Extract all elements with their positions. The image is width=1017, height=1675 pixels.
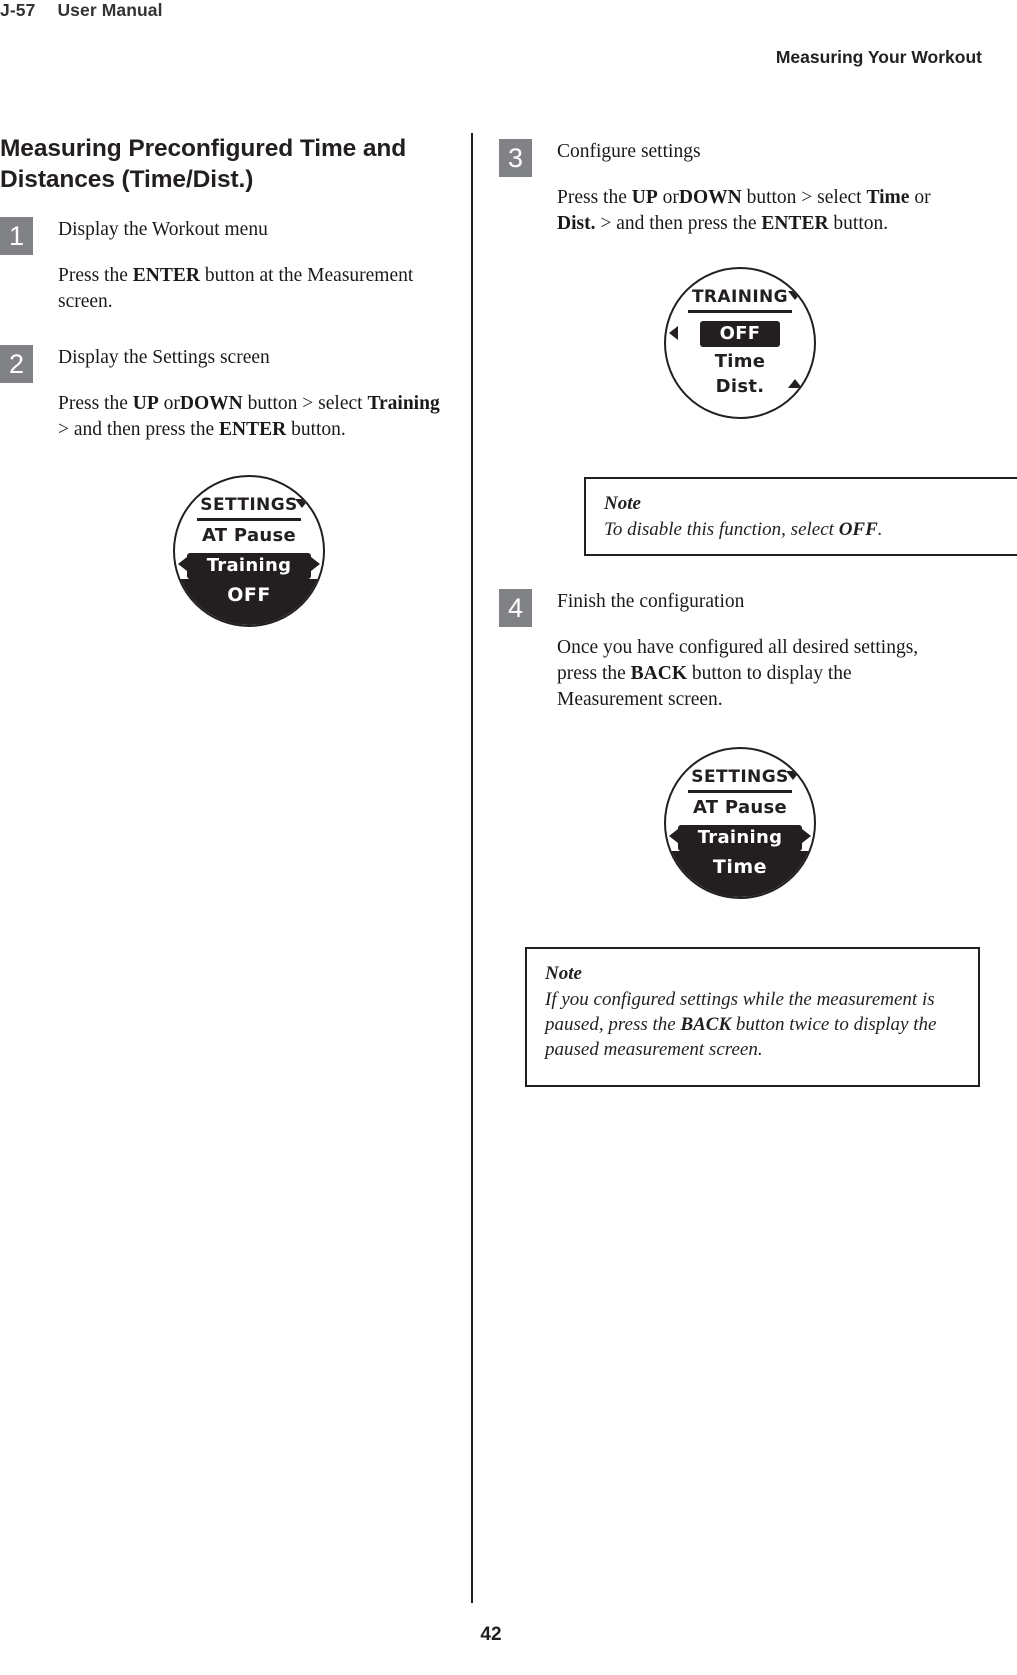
page-title: Measuring Preconfigured Time and Distanc… (0, 135, 407, 193)
chevron-right-icon (311, 557, 320, 571)
note-2-text: If you configured settings while the mea… (545, 989, 937, 1060)
chevron-left-icon (669, 326, 678, 340)
running-head-page-code: J-57 (0, 0, 36, 20)
watch-band-value: Time (666, 851, 814, 897)
watch-row-label: Training (186, 553, 312, 579)
watch-row-label: AT Pause (692, 797, 788, 818)
watch-display-training-menu: TRAINING OFF Time Dist. (664, 267, 816, 419)
watch-header-rule (197, 518, 301, 521)
chevron-right-icon (802, 829, 811, 843)
chapter-title: Measuring Your Workout (775, 47, 982, 67)
note-2-title: Note (545, 963, 582, 984)
figure-settings-time-wrapper: SETTINGS AT Pause Training Time (499, 747, 959, 907)
watch-display-settings-off: SETTINGS AT Pause Training OFF (173, 475, 325, 627)
figure-training-menu-wrapper: TRAINING OFF Time Dist. (499, 267, 959, 419)
step-1: 1 Display the Workout menu Press the ENT… (0, 217, 450, 315)
watch-header-rule (688, 310, 792, 313)
watch-row-label: Time (714, 351, 766, 372)
step-2: 2 Display the Settings screen Press the … (0, 345, 450, 443)
step-1-text: Press the ENTER button at the Measuremen… (58, 265, 414, 312)
left-column: Measuring Preconfigured Time and Distanc… (0, 133, 450, 635)
watch-row-at-pause: AT Pause (666, 797, 814, 818)
column-divider (471, 133, 473, 1603)
note-1-text: To disable this function, select OFF. (604, 519, 883, 540)
chevron-down-icon (786, 771, 800, 780)
step-4: 4 Finish the configuration Once you have… (499, 589, 959, 713)
note-box-1: Note To disable this function, select OF… (584, 477, 1017, 556)
step-3-number: 3 (499, 139, 532, 177)
chevron-left-icon (669, 829, 678, 843)
watch-row-label: Training (677, 825, 803, 851)
watch-row-at-pause: AT Pause (175, 525, 323, 546)
step-3-title: Configure settings (557, 141, 701, 162)
step-2-number: 2 (0, 345, 33, 383)
figure-settings-off-wrapper: SETTINGS AT Pause Training OFF (0, 475, 450, 635)
step-2-text: Press the UP orDOWN button > select Trai… (58, 393, 440, 440)
note-1-title: Note (604, 493, 641, 514)
watch-row-off-selected: OFF (666, 321, 814, 347)
step-3: 3 Configure settings Press the UP orDOWN… (499, 139, 959, 237)
running-head-doc-title: User Manual (57, 0, 163, 20)
watch-row-label: Dist. (715, 376, 765, 397)
step-4-title: Finish the configuration (557, 591, 745, 612)
watch-band-value: OFF (175, 579, 323, 625)
running-head: J-57 User Manual (0, 0, 163, 21)
note-box-2: Note If you configured settings while th… (525, 947, 980, 1087)
watch-row-training-selected: Training (666, 825, 814, 851)
chevron-down-icon (295, 499, 309, 508)
chevron-up-icon (788, 379, 802, 388)
watch-row-time: Time (666, 351, 814, 372)
chevron-left-icon (178, 557, 187, 571)
watch-row-label: OFF (699, 321, 781, 347)
step-4-number: 4 (499, 589, 532, 627)
step-3-text: Press the UP orDOWN button > select Time… (557, 187, 931, 234)
watch-display-settings-time: SETTINGS AT Pause Training Time (664, 747, 816, 899)
page-number: 42 (480, 1624, 502, 1645)
step-1-number: 1 (0, 217, 33, 255)
chevron-down-icon (788, 291, 802, 300)
watch-row-label: AT Pause (201, 525, 297, 546)
step-1-title: Display the Workout menu (58, 219, 268, 240)
step-4-text: Once you have configured all desired set… (557, 637, 919, 710)
watch-header-rule (688, 790, 792, 793)
step-2-title: Display the Settings screen (58, 347, 270, 368)
watch-row-training-selected: Training (175, 553, 323, 579)
